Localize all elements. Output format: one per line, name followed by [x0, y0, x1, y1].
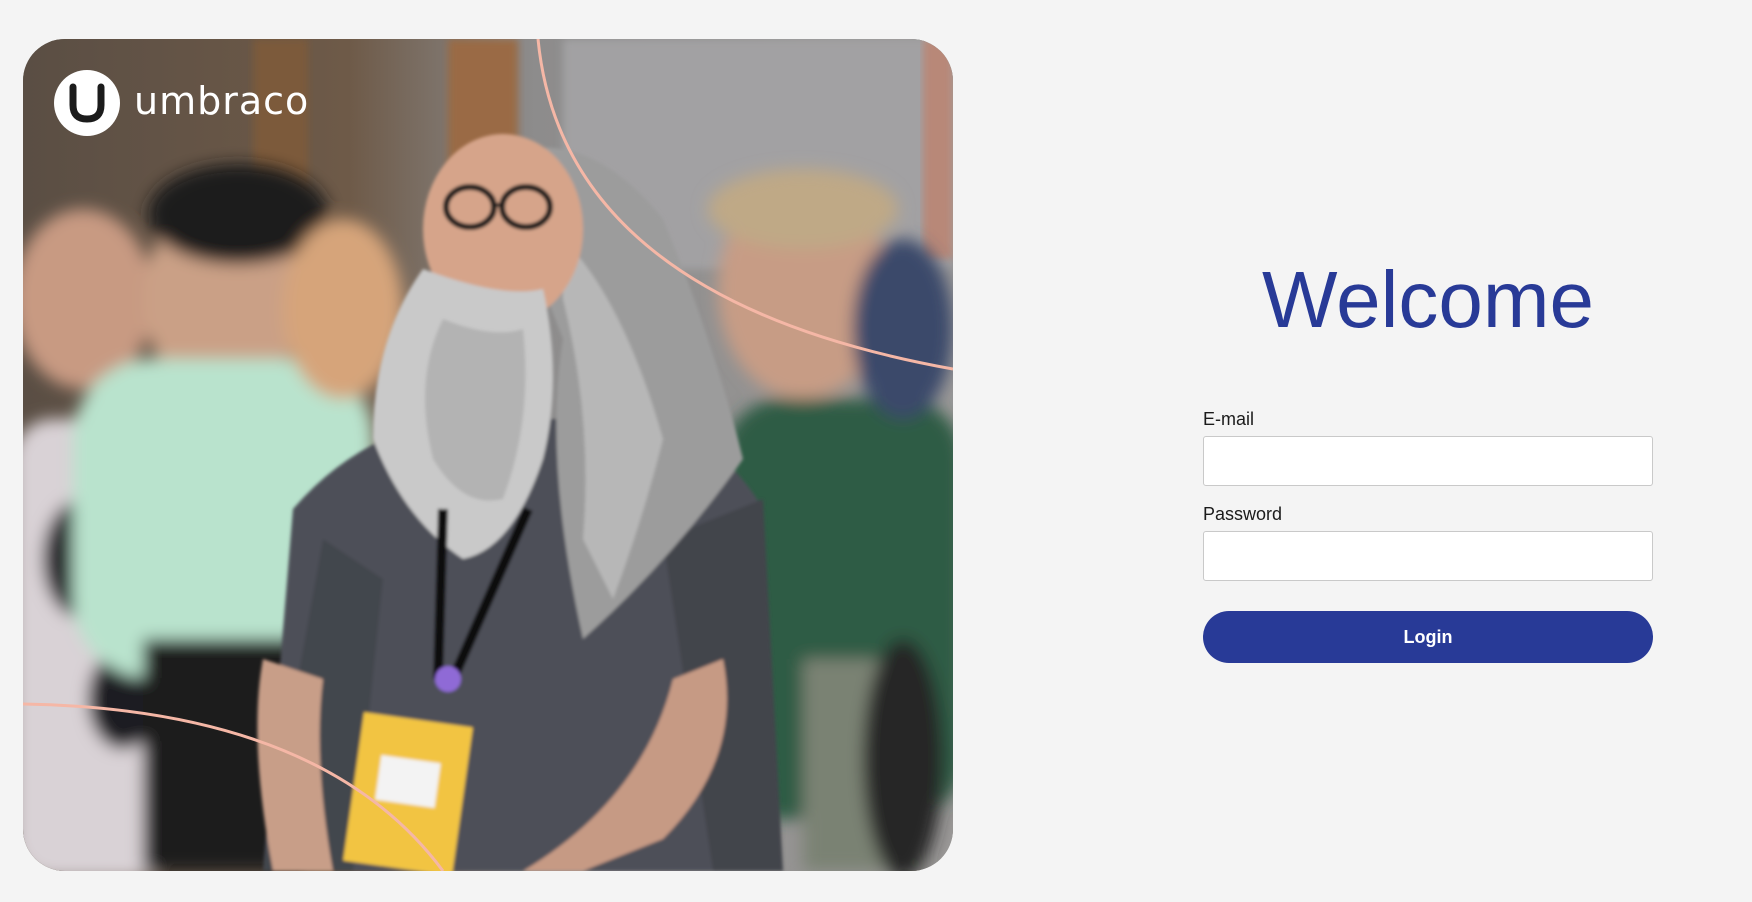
hero-photo — [23, 39, 953, 871]
hero-image-panel: umbraco — [23, 39, 953, 871]
login-button[interactable]: Login — [1203, 611, 1653, 663]
password-field[interactable] — [1203, 531, 1653, 581]
password-label: Password — [1203, 504, 1283, 524]
brand-name: umbraco — [134, 79, 310, 123]
login-form: Welcome E-mail Password Login — [1203, 250, 1653, 663]
email-label: E-mail — [1203, 409, 1255, 429]
email-field[interactable] — [1203, 436, 1653, 486]
page-title: Welcome — [1262, 255, 1594, 344]
umbraco-u-logo-icon — [54, 70, 120, 136]
umbraco-u-glyph-icon — [69, 83, 105, 123]
login-page: umbraco Welcome E-mail Password Login — [0, 0, 1752, 902]
brand: umbraco — [54, 70, 309, 136]
